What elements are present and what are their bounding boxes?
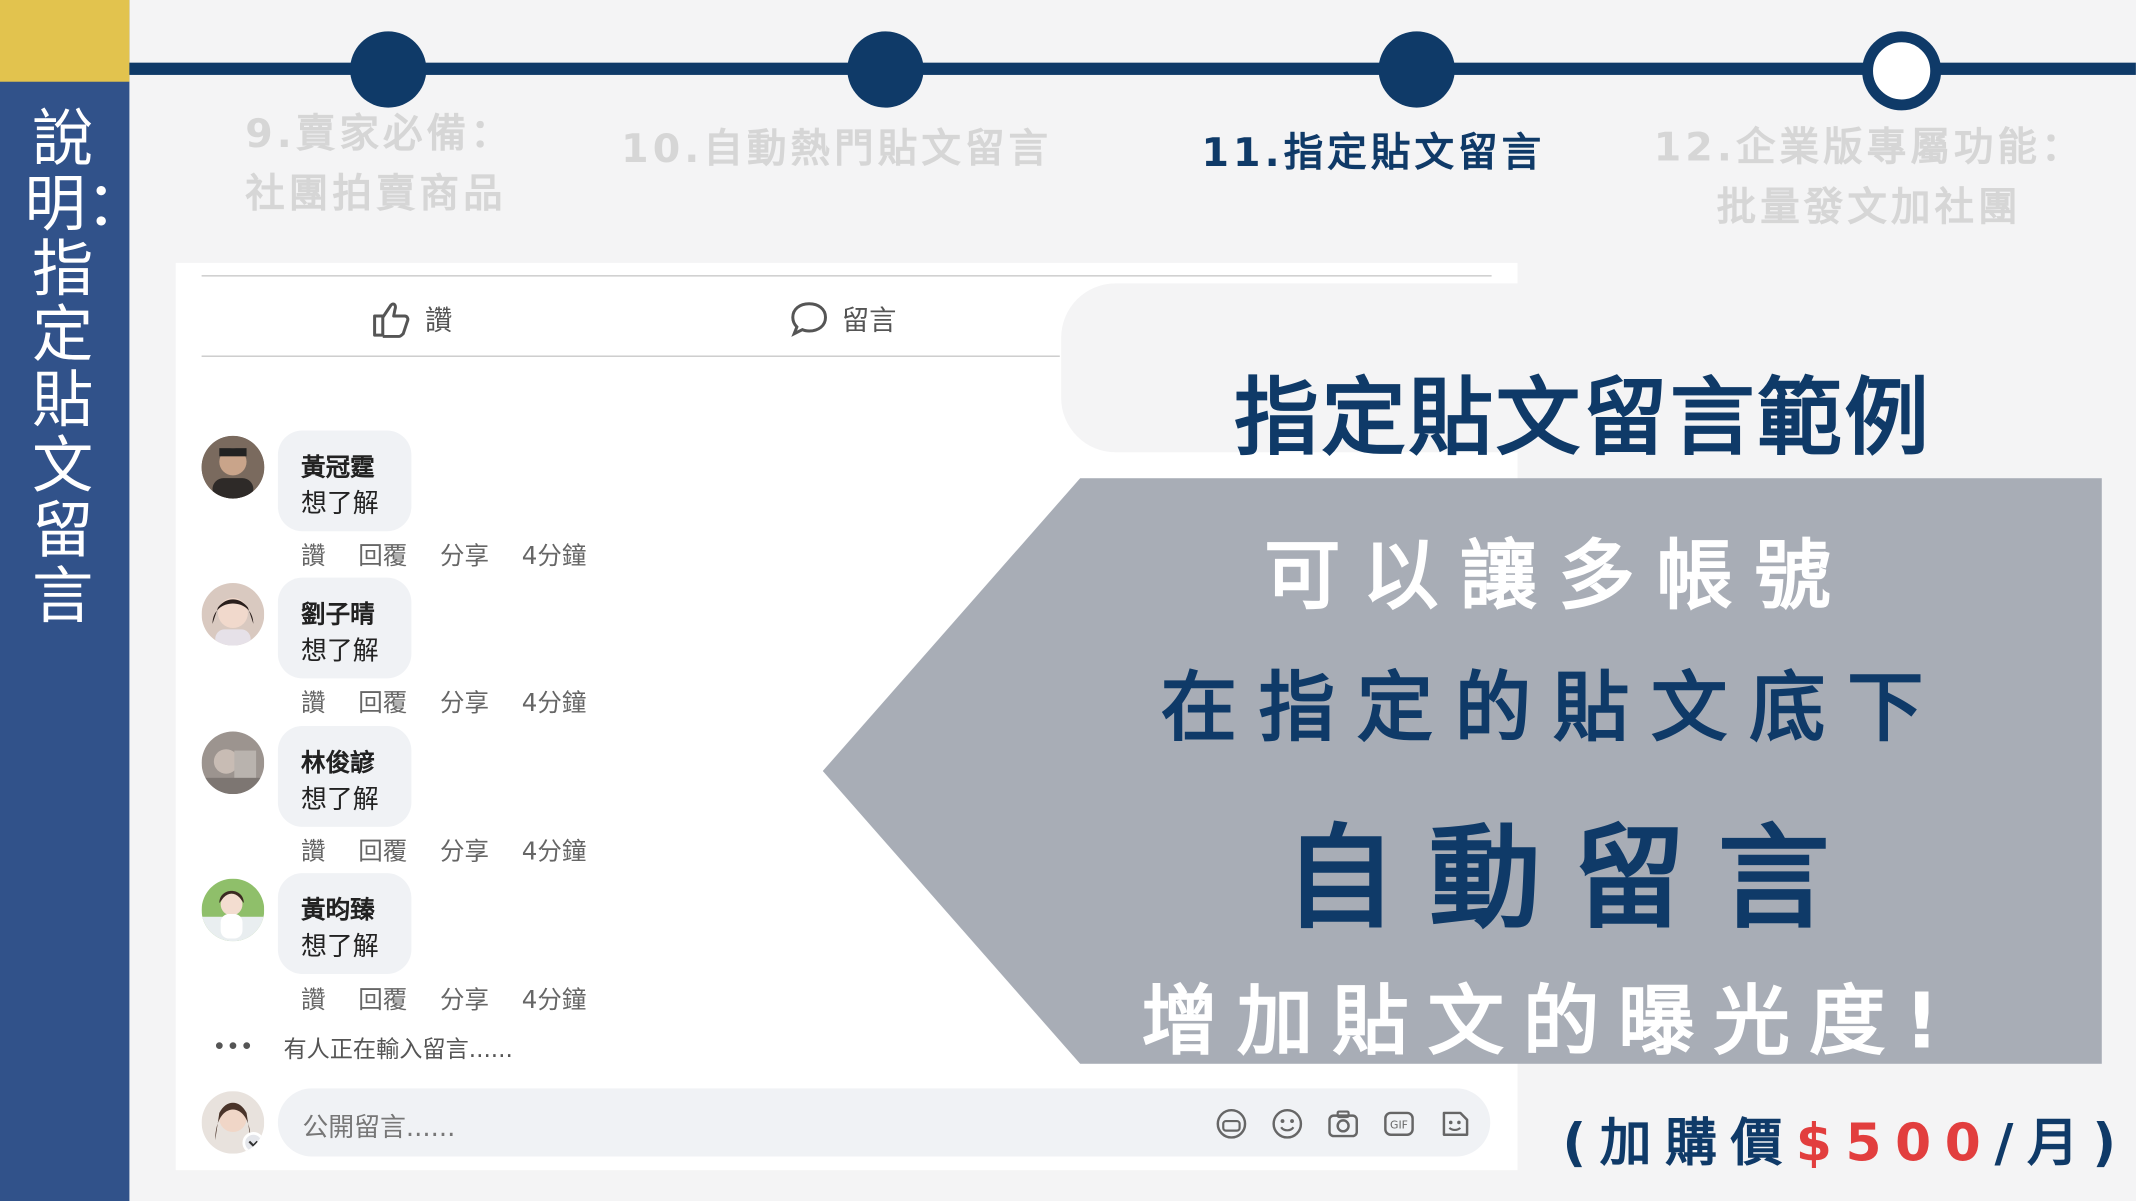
price-amount: $500 bbox=[1795, 1112, 1995, 1173]
comment-input[interactable]: 公開留言...... GIF bbox=[277, 1088, 1491, 1157]
comment-time[interactable]: 4分鐘 bbox=[522, 832, 587, 867]
price-open: (加購價 bbox=[1562, 1112, 1796, 1173]
camera-icon[interactable] bbox=[1327, 1107, 1360, 1140]
sidebar-title: 說明：指定貼文留言 bbox=[24, 102, 148, 633]
current-user-avatar[interactable] bbox=[201, 1091, 265, 1154]
like-button[interactable]: 讚 bbox=[371, 298, 453, 338]
comment-text: 想了解 bbox=[301, 784, 379, 815]
user-photo bbox=[201, 583, 265, 646]
avatar[interactable] bbox=[201, 731, 265, 795]
comment-share-link[interactable]: 分享 bbox=[440, 684, 489, 719]
step-12: 12.企業版專屬功能： 批量發文加社團 bbox=[1654, 117, 2085, 237]
step-12-line1: 12.企業版專屬功能： bbox=[1653, 123, 2085, 171]
step-10-line1: 10.自動熱門貼文留言 bbox=[621, 125, 1053, 172]
step-10: 10.自動熱門貼文留言 bbox=[621, 119, 1052, 179]
user-photo bbox=[201, 731, 265, 795]
price-note: (加購價$500/月) bbox=[1562, 1101, 2129, 1176]
slide-title: 指定貼文留言範例 bbox=[1234, 367, 1932, 468]
step-9-line2: 社團拍賣商品 bbox=[245, 170, 507, 217]
sidebar-accent bbox=[0, 0, 130, 82]
sidebar: 說明：指定貼文留言 bbox=[0, 0, 148, 1201]
comment-reply-link[interactable]: 回覆 bbox=[358, 537, 407, 572]
comment-button[interactable]: 留言 bbox=[790, 298, 896, 338]
typing-text: 有人正在輸入留言...... bbox=[283, 1036, 513, 1064]
comment-text: 想了解 bbox=[301, 636, 379, 667]
timeline-line bbox=[129, 62, 2136, 75]
step-12-line2: 批量發文加社團 bbox=[1716, 183, 2022, 231]
comment-like-link[interactable]: 讚 bbox=[301, 981, 326, 1016]
step-9: 9.賣家必備： 社團拍賣商品 bbox=[245, 104, 514, 224]
comment-icon bbox=[791, 301, 827, 337]
comment-text: 想了解 bbox=[301, 489, 379, 519]
comment-reply-link[interactable]: 回覆 bbox=[358, 981, 407, 1016]
comment-text: 想了解 bbox=[301, 931, 379, 962]
timeline-dot-10 bbox=[847, 31, 924, 108]
user-photo bbox=[201, 878, 265, 942]
sticker-icon[interactable] bbox=[1438, 1107, 1471, 1140]
typing-dots: ••• bbox=[212, 1033, 254, 1061]
comment-reply-link[interactable]: 回覆 bbox=[358, 684, 407, 719]
avatar-sticker-icon[interactable] bbox=[1215, 1107, 1248, 1140]
comment-author[interactable]: 黃冠霆 bbox=[301, 448, 375, 483]
gif-icon[interactable]: GIF bbox=[1383, 1107, 1416, 1140]
divider-top bbox=[201, 275, 1492, 277]
price-close: /月) bbox=[1994, 1112, 2130, 1173]
comment-reply-link[interactable]: 回覆 bbox=[358, 832, 407, 867]
comment-like-link[interactable]: 讚 bbox=[301, 684, 326, 719]
comment-share-link[interactable]: 分享 bbox=[440, 832, 489, 867]
comment-label: 留言 bbox=[841, 303, 897, 337]
comment-actions: 讚 回覆 分享 4分鐘 bbox=[301, 832, 586, 867]
comment-input-placeholder: 公開留言...... bbox=[302, 1112, 456, 1143]
like-label: 讚 bbox=[425, 303, 453, 337]
step-11: 11.指定貼文留言 bbox=[1201, 123, 1545, 183]
timeline-dot-12-current bbox=[1862, 31, 1942, 111]
comment-share-link[interactable]: 分享 bbox=[440, 537, 489, 572]
gif-label: GIF bbox=[1390, 1119, 1408, 1132]
avatar[interactable] bbox=[201, 435, 265, 499]
callout-line4: 增加貼文的曝光度! bbox=[1141, 978, 1959, 1067]
comment-author[interactable]: 林俊諺 bbox=[301, 744, 375, 779]
comment-actions: 讚 回覆 分享 4分鐘 bbox=[301, 981, 586, 1016]
callout-line1: 可以讓多帳號 bbox=[1264, 532, 1853, 622]
step-11-line1: 11.指定貼文留言 bbox=[1201, 129, 1546, 176]
timeline-dot-9 bbox=[350, 31, 427, 108]
comment-time[interactable]: 4分鐘 bbox=[522, 684, 587, 719]
comment-share-link[interactable]: 分享 bbox=[440, 981, 489, 1016]
typing-indicator: ••• 有人正在輸入留言...... bbox=[213, 1030, 513, 1064]
slide: 說明：指定貼文留言 9.賣家必備： 社團拍賣商品 10.自動熱門貼文留言 11.… bbox=[0, 0, 2136, 1201]
comment-actions: 讚 回覆 分享 4分鐘 bbox=[301, 537, 586, 572]
comment-author[interactable]: 劉子晴 bbox=[301, 595, 375, 630]
emoji-icon[interactable] bbox=[1271, 1107, 1304, 1140]
timeline-dot-11 bbox=[1378, 31, 1455, 108]
comment-time[interactable]: 4分鐘 bbox=[522, 981, 587, 1016]
comment-like-link[interactable]: 讚 bbox=[301, 537, 326, 572]
comment-like-link[interactable]: 讚 bbox=[301, 832, 326, 867]
avatar[interactable] bbox=[201, 878, 265, 942]
callout-line3: 自動留言 bbox=[1284, 814, 1863, 945]
callout-line2: 在指定的貼文底下 bbox=[1160, 664, 1946, 754]
user-photo bbox=[201, 1091, 265, 1154]
comment-time[interactable]: 4分鐘 bbox=[522, 537, 587, 572]
comment-actions: 讚 回覆 分享 4分鐘 bbox=[301, 684, 586, 719]
avatar[interactable] bbox=[201, 583, 265, 646]
user-photo bbox=[201, 435, 265, 499]
step-9-line1: 9.賣家必備： bbox=[245, 110, 514, 157]
comment-author[interactable]: 黃昀臻 bbox=[301, 891, 375, 926]
thumbs-up-icon bbox=[373, 301, 410, 338]
divider-actions bbox=[201, 355, 1060, 357]
